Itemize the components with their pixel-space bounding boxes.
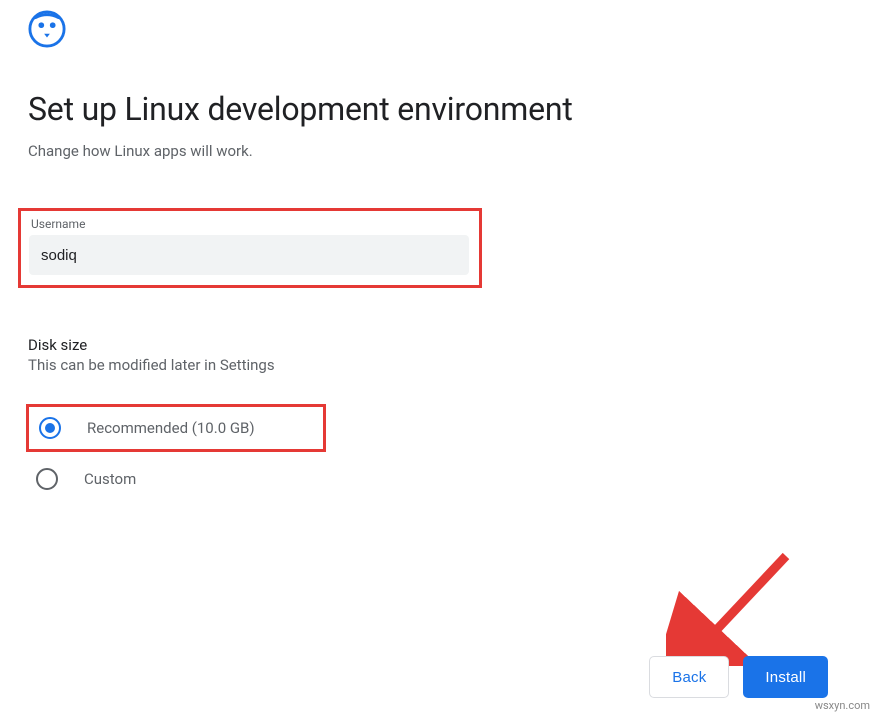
install-button[interactable]: Install xyxy=(743,656,828,698)
disk-size-radio-group: Recommended (10.0 GB) Custom xyxy=(28,404,848,500)
footer-buttons: Back Install xyxy=(649,656,828,698)
arrow-annotation xyxy=(666,546,796,666)
radio-recommended[interactable] xyxy=(39,417,61,439)
radio-recommended-label: Recommended (10.0 GB) xyxy=(87,419,255,437)
username-label: Username xyxy=(31,217,471,231)
back-button[interactable]: Back xyxy=(649,656,729,698)
radio-custom[interactable] xyxy=(36,468,58,490)
penguin-icon xyxy=(28,10,66,48)
watermark: wsxyn.com xyxy=(815,699,870,712)
disk-size-subtitle: This can be modified later in Settings xyxy=(28,356,848,374)
radio-custom-label: Custom xyxy=(84,470,136,488)
page-subtitle: Change how Linux apps will work. xyxy=(28,142,848,160)
disk-size-title: Disk size xyxy=(28,336,848,354)
recommended-option-highlight: Recommended (10.0 GB) xyxy=(26,404,326,452)
page-title: Set up Linux development environment xyxy=(28,90,848,128)
username-input[interactable] xyxy=(29,235,469,275)
username-section-highlight: Username xyxy=(18,208,482,288)
